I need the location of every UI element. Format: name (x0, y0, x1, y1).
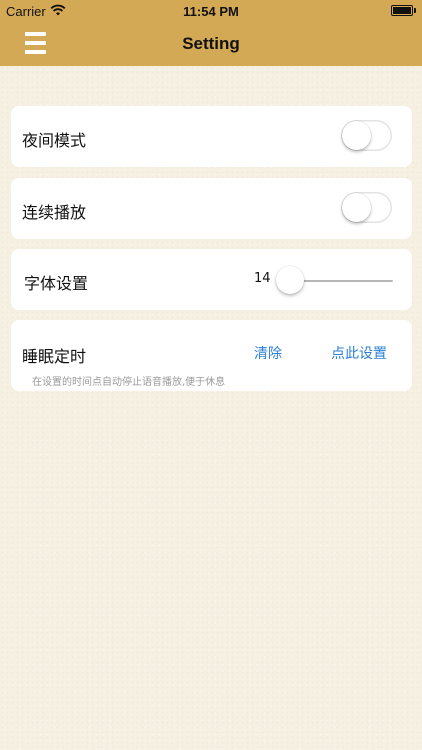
battery-tip (414, 8, 416, 13)
sleep-timer-hint: 在设置的时间点自动停止语音播放,便于休息 (32, 377, 226, 388)
font-size-value: 14 (254, 271, 271, 286)
status-bar: Carrier 11:54 PM (0, 0, 422, 22)
set-timer-button[interactable]: 点此设置 (331, 343, 387, 363)
sleep-timer-row: 睡眠定时 清除 点此设置 在设置的时间点自动停止语音播放,便于休息 (11, 320, 412, 391)
battery-icon (391, 5, 413, 16)
nav-bar: Setting (0, 22, 422, 66)
page-title: Setting (182, 34, 240, 53)
font-size-row: 字体设置 14 (11, 249, 412, 310)
toggle-knob (342, 121, 371, 150)
sleep-timer-label: 睡眠定时 (22, 347, 87, 366)
font-size-slider-thumb[interactable] (276, 266, 304, 294)
night-mode-row: 夜间模式 (11, 106, 412, 167)
toggle-knob (342, 193, 371, 222)
continuous-play-label: 连续播放 (22, 203, 87, 222)
continuous-play-toggle[interactable] (341, 192, 392, 223)
font-size-label: 字体设置 (24, 274, 89, 293)
continuous-play-row: 连续播放 (11, 178, 412, 239)
night-mode-toggle[interactable] (341, 120, 392, 151)
clear-timer-button[interactable]: 清除 (254, 343, 282, 363)
battery-fill (393, 7, 411, 14)
status-time: 11:54 PM (183, 4, 239, 19)
night-mode-label: 夜间模式 (22, 131, 87, 150)
